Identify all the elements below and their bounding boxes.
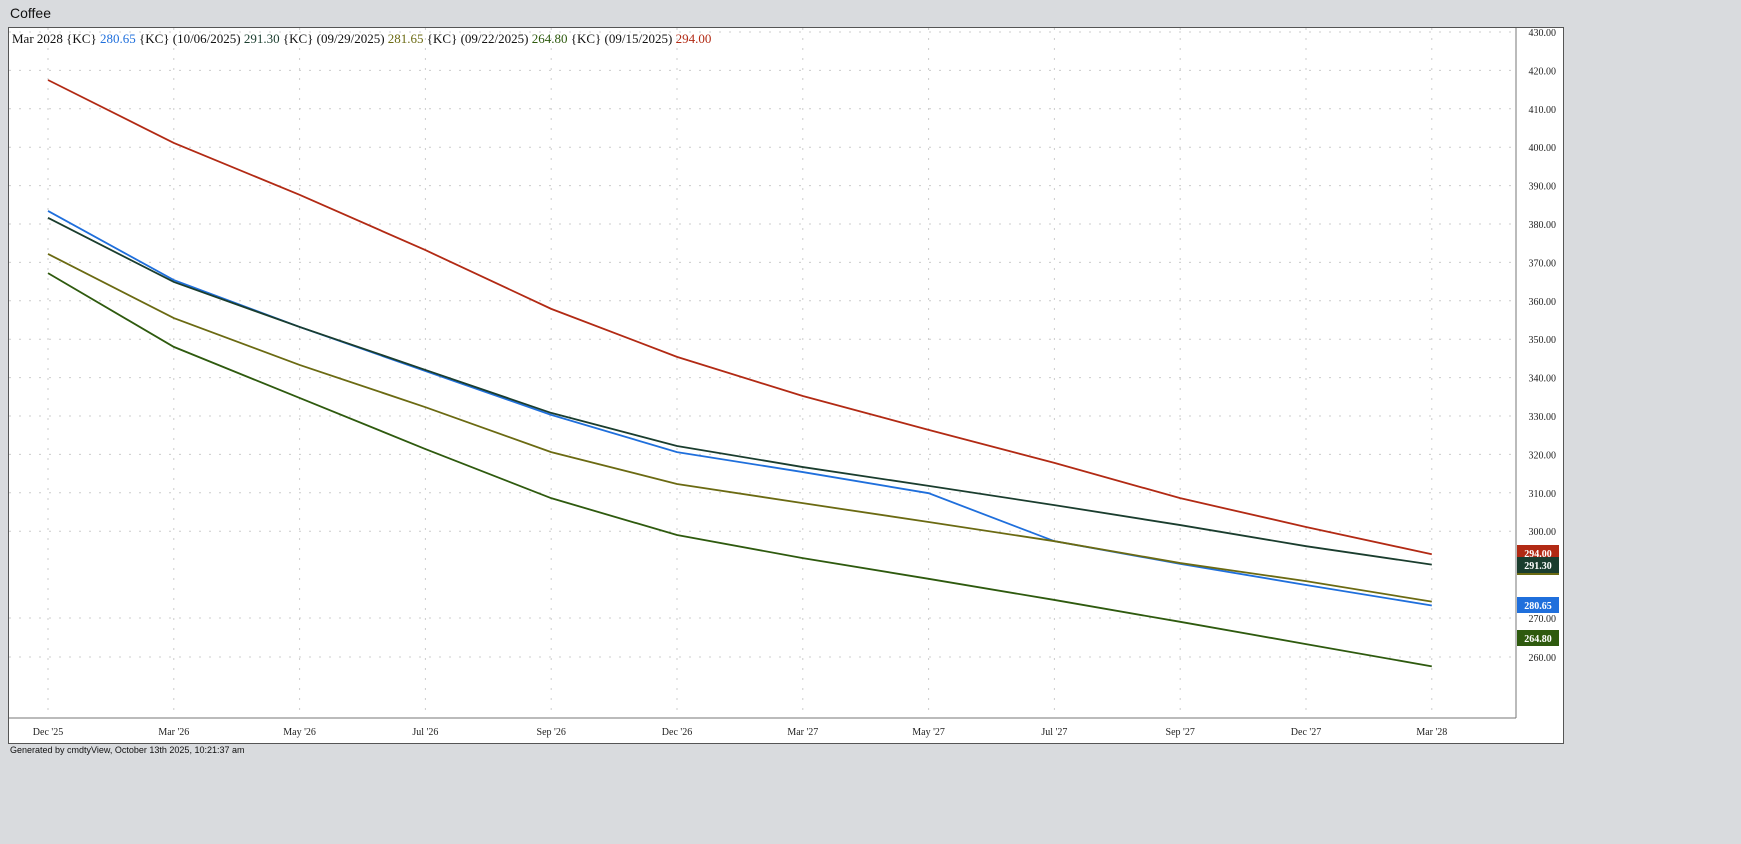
x-tick-label: Dec '25 xyxy=(33,727,63,738)
y-tick-label: 300.00 xyxy=(1529,527,1557,538)
x-tick-label: May '27 xyxy=(912,727,945,738)
y-tick-label: 420.00 xyxy=(1529,66,1557,77)
x-tick-label: May '26 xyxy=(283,727,316,738)
price-chart: 430.00 420.00 410.00 400.00 390.00 380.00 370.… xyxy=(9,28,1559,738)
legend-item: 281.65 xyxy=(387,31,427,46)
legend-item: 291.30 xyxy=(243,31,283,46)
x-tick-label: Mar '28 xyxy=(1416,727,1447,738)
series-line xyxy=(47,253,1432,603)
legend-item: 264.80 xyxy=(531,31,571,46)
x-tick-label: Mar '26 xyxy=(158,727,189,738)
x-tick-label: Jul '26 xyxy=(412,727,438,738)
y-tick-label: 260.00 xyxy=(1529,653,1557,664)
y-tick-label: 340.00 xyxy=(1529,374,1557,385)
y-tick-label: 330.00 xyxy=(1529,412,1557,423)
series-line xyxy=(47,79,1432,556)
x-tick-label: Dec '26 xyxy=(662,727,692,738)
legend-item: {KC} (09/22/2025) xyxy=(426,31,532,46)
y-tick-label: 430.00 xyxy=(1529,28,1557,39)
x-tick-label: Sep '26 xyxy=(537,727,566,738)
footer-text: Generated by cmdtyView, October 13th 202… xyxy=(10,745,245,755)
last-value-badge: 280.65 xyxy=(1517,597,1559,613)
y-tick-label: 380.00 xyxy=(1529,220,1557,231)
y-tick-label: 310.00 xyxy=(1529,489,1557,500)
x-tick-label: Sep '27 xyxy=(1166,727,1195,738)
y-tick-label: 390.00 xyxy=(1529,182,1557,193)
legend-item: Mar 2028 {KC} xyxy=(12,31,100,46)
y-tick-label: 350.00 xyxy=(1529,335,1557,346)
legend-item: {KC} (10/06/2025) xyxy=(138,31,244,46)
last-value-badge: 264.80 xyxy=(1517,630,1559,646)
y-tick-label: 360.00 xyxy=(1529,297,1557,308)
last-value-label: 280.65 xyxy=(1524,601,1552,612)
series-line xyxy=(47,217,1432,566)
y-tick-label: 370.00 xyxy=(1529,258,1557,269)
chart-legend: Mar 2028 {KC} 280.65 {KC} (10/06/2025) 2… xyxy=(12,31,711,47)
y-tick-label: 320.00 xyxy=(1529,450,1557,461)
legend-item: {KC} (09/15/2025) xyxy=(570,31,676,46)
legend-item: 280.65 xyxy=(99,31,139,46)
last-value-label: 291.30 xyxy=(1524,561,1552,572)
y-tick-label: 400.00 xyxy=(1529,143,1557,154)
y-tick-label: 410.00 xyxy=(1529,105,1557,116)
last-value-label: 264.80 xyxy=(1524,634,1552,645)
legend-item: {KC} (09/29/2025) xyxy=(282,31,388,46)
x-tick-label: Dec '27 xyxy=(1291,727,1321,738)
series-line xyxy=(47,272,1432,668)
y-tick-label: 270.00 xyxy=(1529,614,1557,625)
last-value-badge: 291.30 xyxy=(1517,557,1559,573)
x-tick-label: Mar '27 xyxy=(787,727,818,738)
legend-item: 294.00 xyxy=(675,31,712,46)
x-tick-label: Jul '27 xyxy=(1041,727,1067,738)
